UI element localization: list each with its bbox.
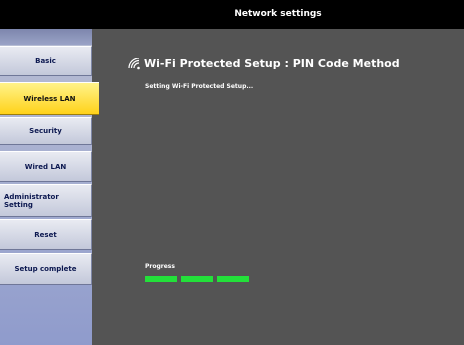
- sidebar-item-label: Wireless LAN: [23, 94, 76, 103]
- sidebar-item-label: Wired LAN: [24, 162, 67, 171]
- sidebar-item-basic[interactable]: Basic: [0, 46, 92, 76]
- page-title: Wi-Fi Protected Setup : PIN Code Method: [128, 56, 400, 70]
- window-title: Network settings: [92, 0, 464, 29]
- sidebar: Basic Wireless LAN Security Wired LAN Ad…: [0, 0, 99, 345]
- sidebar-item-setup-complete[interactable]: Setup complete: [0, 253, 92, 285]
- sidebar-item-label: Administrator Setting: [4, 192, 59, 209]
- sidebar-header: [0, 0, 92, 29]
- sidebar-item-label: Security: [29, 127, 62, 135]
- sidebar-item-reset[interactable]: Reset: [0, 219, 92, 250]
- progress-segment: [145, 276, 177, 282]
- wifi-signal-icon: [128, 56, 142, 70]
- sidebar-item-administrator-setting[interactable]: Administrator Setting: [0, 184, 92, 217]
- progress-segment: [217, 276, 249, 282]
- progress-segment: [181, 276, 213, 282]
- progress-bar: [145, 276, 249, 282]
- sidebar-item-security[interactable]: Security: [0, 117, 92, 145]
- sidebar-item-label: Setup complete: [14, 265, 77, 273]
- sidebar-item-wired-lan[interactable]: Wired LAN: [0, 151, 92, 182]
- status-message: Setting Wi-Fi Protected Setup...: [145, 83, 254, 90]
- network-settings-window: Basic Wireless LAN Security Wired LAN Ad…: [0, 0, 464, 345]
- sidebar-item-label: Reset: [34, 230, 57, 239]
- sidebar-band: [0, 29, 92, 45]
- page-title-text: Wi-Fi Protected Setup : PIN Code Method: [144, 57, 400, 70]
- progress-label: Progress: [145, 263, 175, 270]
- sidebar-item-label: Basic: [35, 57, 56, 65]
- sidebar-item-wireless-lan[interactable]: Wireless LAN: [0, 82, 99, 115]
